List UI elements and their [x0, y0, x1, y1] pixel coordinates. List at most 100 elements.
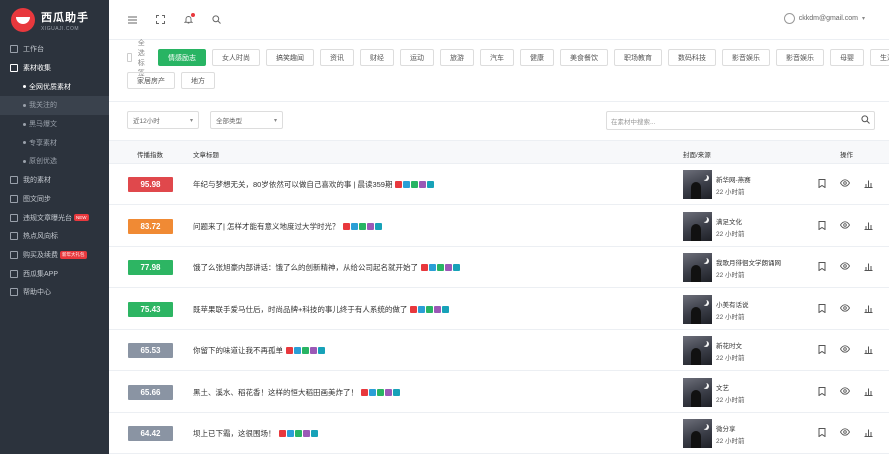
tag-button[interactable]: 家居房产: [127, 72, 175, 89]
article-title[interactable]: 问题来了| 怎样才能有意义地度过大学时光？: [193, 221, 383, 232]
stats-icon[interactable]: [864, 345, 873, 354]
bookmark-icon[interactable]: [818, 428, 826, 437]
sidebar-subitem[interactable]: 专享素材: [0, 133, 109, 152]
cover-image[interactable]: [683, 377, 712, 407]
sidebar-item[interactable]: 购买及续费 新年大礼包: [0, 246, 109, 265]
stats-icon[interactable]: [864, 304, 873, 313]
eye-icon[interactable]: [840, 179, 850, 187]
stats-icon[interactable]: [864, 179, 873, 188]
cover-image[interactable]: [683, 253, 712, 282]
eye-icon[interactable]: [840, 345, 850, 353]
notification-bell-icon[interactable]: [183, 12, 195, 25]
tag-button[interactable]: 影音娱乐: [776, 49, 824, 66]
tag-button[interactable]: 旅游: [440, 49, 474, 66]
platform-icon: [429, 264, 436, 271]
cover-image[interactable]: [683, 336, 712, 365]
type-select[interactable]: 全部类型 ▾: [210, 111, 283, 129]
article-title-text[interactable]: 饿了么张旭豪内部讲话：饿了么的创新精神，从给公司起名就开始了: [193, 262, 418, 273]
sidebar: 西瓜助手 XIGUAJI.COM 工作台 素材收集 全网优质素材 我关注的 黑马爆文 专享…: [0, 0, 109, 454]
menu-icon[interactable]: [127, 15, 137, 25]
source-name[interactable]: 微分享: [716, 423, 736, 433]
sidebar-item[interactable]: 我的素材: [0, 171, 109, 190]
article-title[interactable]: 你留下的味道让我不再孤单: [193, 345, 326, 356]
tag-button[interactable]: 财经: [360, 49, 394, 66]
eye-icon[interactable]: [840, 220, 850, 229]
tag-button[interactable]: 运动: [400, 49, 434, 66]
tag-button[interactable]: 女人时尚: [212, 49, 260, 66]
stats-icon[interactable]: [864, 387, 873, 396]
sidebar-item[interactable]: 热点风向标: [0, 227, 109, 246]
tag-button[interactable]: 生活: [870, 49, 889, 66]
stats-icon[interactable]: [864, 262, 873, 271]
stats-icon[interactable]: [864, 428, 873, 437]
search-icon[interactable]: [861, 115, 870, 126]
bookmark-icon[interactable]: [818, 220, 826, 230]
eye-icon[interactable]: [840, 428, 850, 436]
article-title[interactable]: 黑土、溪水、稻花香！这样的恒大稻田画美炸了！: [193, 387, 401, 398]
source-time: 22 小时前: [716, 438, 745, 445]
sidebar-item[interactable]: 工作台: [0, 40, 109, 59]
bookmark-icon[interactable]: [818, 262, 826, 271]
sidebar-subitem[interactable]: 原创优选: [0, 152, 109, 171]
tag-button[interactable]: 搞笑趣闻: [266, 49, 314, 66]
tag-button[interactable]: 母婴: [830, 49, 864, 66]
eye-icon[interactable]: [840, 303, 850, 312]
source-name[interactable]: 小美有话说: [716, 299, 749, 309]
bookmark-icon[interactable]: [818, 303, 826, 313]
sidebar-item[interactable]: 违规文章曝光台 NEW: [0, 208, 109, 227]
sidebar-item[interactable]: 图文同步: [0, 190, 109, 209]
article-title-text[interactable]: 年纪与梦想无关，80岁依然可以做自己喜欢的事 | 晨读359期: [193, 179, 392, 190]
tag-button[interactable]: 美食餐饮: [560, 49, 608, 66]
tag-button[interactable]: 资讯: [320, 49, 354, 66]
article-title[interactable]: 既苹果联手爱马仕后，时尚品牌+科技的事儿终于有人系统的做了: [193, 304, 450, 315]
sidebar-item[interactable]: 帮助中心: [0, 283, 109, 302]
article-title-text[interactable]: 你留下的味道让我不再孤单: [193, 345, 283, 356]
article-title-text[interactable]: 坝上已下霜，这很围场！: [193, 428, 276, 439]
eye-icon[interactable]: [840, 386, 850, 395]
eye-icon[interactable]: [840, 262, 850, 270]
article-title[interactable]: 年纪与梦想无关，80岁依然可以做自己喜欢的事 | 晨读359期: [193, 179, 435, 190]
source-name[interactable]: 新花时文: [716, 340, 742, 350]
sidebar-subitem[interactable]: 我关注的: [0, 96, 109, 115]
search-icon[interactable]: [211, 15, 221, 25]
sidebar-subitem[interactable]: 黑马爆文: [0, 115, 109, 134]
sidebar-item[interactable]: 西瓜集APP: [0, 264, 109, 283]
tag-button[interactable]: 汽车: [480, 49, 514, 66]
sidebar-subitem[interactable]: 全网优质素材: [0, 77, 109, 96]
cover-image[interactable]: [683, 211, 712, 241]
cover-image[interactable]: [683, 170, 712, 199]
flag-icon: [10, 232, 18, 241]
source-name[interactable]: 新华网-燕赛: [716, 174, 751, 184]
table-row: 83.72 问题来了| 怎样才能有意义地度过大学时光？ 满足文化 22 小时前: [109, 206, 889, 247]
source-name[interactable]: 满足文化: [716, 216, 742, 226]
tag-button[interactable]: 影音娱乐: [722, 49, 770, 66]
article-title-text[interactable]: 既苹果联手爱马仕后，时尚品牌+科技的事儿终于有人系统的做了: [193, 304, 407, 315]
sidebar-item[interactable]: 素材收集: [0, 59, 109, 78]
select-all-checkbox[interactable]: [127, 53, 132, 62]
bookmark-icon[interactable]: [818, 386, 826, 396]
bookmark-icon[interactable]: [818, 179, 826, 188]
tag-button[interactable]: 情感励志: [158, 49, 206, 66]
tag-button[interactable]: 数码科技: [668, 49, 716, 66]
stats-icon[interactable]: [864, 221, 873, 230]
search-input[interactable]: 在素材中搜索...: [606, 111, 875, 130]
article-title[interactable]: 坝上已下霜，这很围场！: [193, 428, 319, 439]
bookmark-icon[interactable]: [818, 345, 826, 354]
article-title-text[interactable]: 问题来了| 怎样才能有意义地度过大学时光？: [193, 221, 340, 232]
cover-image[interactable]: [683, 294, 712, 324]
time-range-select[interactable]: 近12小时 ▾: [127, 111, 199, 129]
source-name[interactable]: 文艺: [716, 382, 729, 392]
platform-icon: [294, 430, 302, 437]
article-title-text[interactable]: 黑土、溪水、稻花香！这样的恒大稻田画美炸了！: [193, 387, 358, 398]
figure-silhouette: [691, 223, 701, 241]
fullscreen-icon[interactable]: [155, 15, 165, 25]
article-title[interactable]: 饿了么张旭豪内部讲话：饿了么的创新精神，从给公司起名就开始了: [193, 262, 461, 273]
tag-button[interactable]: 职场教育: [614, 49, 662, 66]
source-name[interactable]: 我歌月徘徊文学朗诵网: [716, 257, 781, 267]
cover-image[interactable]: [683, 419, 712, 448]
tag-button[interactable]: 地方: [181, 72, 215, 89]
tag-button[interactable]: 健康: [520, 49, 554, 66]
logo[interactable]: 西瓜助手 XIGUAJI.COM: [0, 0, 109, 40]
moon-icon: [701, 340, 707, 346]
user-menu[interactable]: ckkdm@gmail.com ▾: [783, 13, 865, 24]
